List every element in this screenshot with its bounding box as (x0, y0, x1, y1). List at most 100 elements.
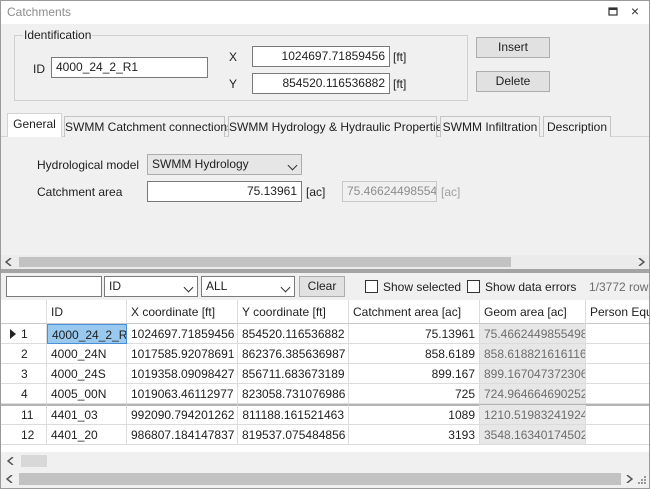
row-number: 11 (1, 405, 47, 425)
row-number: 3 (1, 364, 47, 384)
insert-button[interactable]: Insert (476, 37, 550, 58)
cell-geom-area[interactable]: 3548.16340174502 (480, 425, 586, 445)
chevron-down-icon (183, 282, 194, 293)
cell-person-equivalent[interactable] (586, 364, 649, 384)
cell-y[interactable]: 862376.385636987 (238, 344, 349, 364)
row-count: 1/3772 rows (589, 280, 650, 294)
show-data-errors-checkbox[interactable] (467, 280, 480, 293)
tab-general[interactable]: General (7, 113, 62, 138)
cell-person-equivalent[interactable] (586, 384, 649, 404)
show-selected-label: Show selected (383, 280, 462, 294)
scroll-right-icon[interactable] (625, 475, 633, 483)
hydrological-model-select[interactable]: SWMM Hydrology (147, 154, 302, 175)
hydrological-model-label: Hydrological model (37, 158, 140, 172)
scrollbar-thumb[interactable] (19, 257, 511, 267)
cell-geom-area[interactable]: 858.618821616116 (480, 344, 586, 364)
delete-button[interactable]: Delete (476, 71, 550, 92)
y-label: Y (229, 77, 238, 91)
cell-x[interactable]: 1017585.92078691 (127, 344, 238, 364)
cell-catchment-area[interactable]: 75.13961 (349, 324, 480, 344)
column-header-x[interactable]: X coordinate [ft] (127, 300, 238, 324)
cell-person-equivalent[interactable] (586, 324, 649, 344)
x-field[interactable]: 1024697.71859456 (252, 46, 390, 67)
cell-y[interactable]: 823058.731076986 (238, 384, 349, 404)
column-header-catchment-area[interactable]: Catchment area [ac] (349, 300, 480, 324)
cell-x[interactable]: 1019063.46112977 (127, 384, 238, 404)
y-field[interactable]: 854520.116536882 (252, 73, 390, 94)
row-number: 12 (1, 425, 47, 445)
tab-description[interactable]: Description (543, 116, 611, 137)
form-scrollbar[interactable] (1, 255, 649, 269)
window-scrollbar[interactable] (1, 470, 649, 488)
cell-x[interactable]: 992090.794201262 (127, 405, 238, 425)
cell-y[interactable]: 811188.161521463 (238, 405, 349, 425)
column-select-value: ID (109, 279, 121, 293)
cell-x[interactable]: 1019358.09098427 (127, 364, 238, 384)
catchment-area-label: Catchment area (37, 185, 123, 199)
row-number-label: 12 (21, 428, 35, 442)
x-unit: [ft] (393, 50, 407, 64)
cell-id[interactable]: 4000_24S (47, 364, 127, 384)
search-input[interactable] (6, 276, 102, 297)
cell-geom-area[interactable]: 1210.51983241924 (480, 405, 586, 425)
tab-swmm-catchment-connections[interactable]: SWMM Catchment connections (64, 116, 233, 137)
cell-id[interactable]: 4005_00N (47, 384, 127, 404)
geom-area-unit: [ac] (441, 185, 461, 199)
chevron-down-icon (280, 282, 291, 293)
catchment-area-unit: [ac] (306, 185, 326, 199)
clear-button[interactable]: Clear (299, 276, 345, 297)
column-header-y[interactable]: Y coordinate [ft] (238, 300, 349, 324)
cell-catchment-area[interactable]: 725 (349, 384, 480, 404)
scroll-left-icon[interactable] (7, 457, 15, 465)
scope-select[interactable]: ALL (201, 276, 295, 297)
cell-id[interactable]: 4401_20 (47, 425, 127, 445)
cell-geom-area[interactable]: 75.4662449855498 (480, 324, 586, 344)
cell-catchment-area[interactable]: 3193 (349, 425, 480, 445)
cell-person-equivalent[interactable] (586, 405, 649, 425)
cell-catchment-area[interactable]: 899.167 (349, 364, 480, 384)
cell-id[interactable]: 4000_24_2_R1 (47, 324, 127, 344)
cell-id[interactable]: 4000_24N (47, 344, 127, 364)
column-header-id[interactable]: ID (47, 300, 127, 324)
general-panel: Hydrological model SWMM Hydrology Catchm… (1, 137, 649, 255)
column-select[interactable]: ID (104, 276, 198, 297)
cell-geom-area[interactable]: 899.167047372306 (480, 364, 586, 384)
scrollbar-thumb[interactable] (21, 455, 47, 467)
cell-person-equivalent[interactable] (586, 425, 649, 445)
chevron-down-icon (287, 160, 298, 171)
column-header-person-equivalent[interactable]: Person Equi (586, 300, 649, 324)
cell-geom-area[interactable]: 724.964664690252 (480, 384, 586, 404)
tab-swmm-infiltration[interactable]: SWMM Infiltration (440, 116, 540, 137)
row-number-label: 11 (21, 408, 34, 422)
scroll-left-icon[interactable] (6, 475, 14, 483)
filter-bar: ID ALL Clear Show selected Show data err… (1, 273, 649, 300)
close-icon[interactable]: × (627, 3, 643, 19)
cell-person-equivalent[interactable] (586, 344, 649, 364)
hydrological-model-value: SWMM Hydrology (152, 157, 249, 171)
cell-x[interactable]: 1024697.71859456 (127, 324, 238, 344)
catchment-area-field[interactable]: 75.13961 (147, 181, 302, 202)
id-field[interactable]: 4000_24_2_R1 (51, 57, 208, 78)
scroll-right-icon[interactable] (637, 258, 645, 266)
scrollbar-thumb[interactable] (19, 473, 621, 485)
column-header-geom-area[interactable]: Geom area [ac] (480, 300, 586, 324)
table-scrollbar[interactable] (1, 452, 649, 470)
row-number: 1 (1, 324, 47, 344)
cell-y[interactable]: 819537.075484856 (238, 425, 349, 445)
cell-x[interactable]: 986807.184147837 (127, 425, 238, 445)
show-selected-checkbox[interactable] (365, 280, 378, 293)
restore-icon[interactable] (605, 4, 621, 20)
row-pointer-icon (10, 329, 16, 339)
cell-catchment-area[interactable]: 1089 (349, 405, 480, 425)
catchments-table: ID X coordinate [ft] Y coordinate [ft] C… (1, 300, 649, 452)
cell-y[interactable]: 856711.683673189 (238, 364, 349, 384)
id-label: ID (33, 62, 45, 76)
tab-swmm-hydrology-hydraulic[interactable]: SWMM Hydrology & Hydraulic Properties (228, 116, 448, 137)
cell-catchment-area[interactable]: 858.6189 (349, 344, 480, 364)
row-number-label: 1 (21, 327, 28, 341)
scroll-left-icon[interactable] (5, 258, 13, 266)
identification-legend: Identification (23, 28, 93, 42)
cell-y[interactable]: 854520.116536882 (238, 324, 349, 344)
resize-grip-icon[interactable] (637, 475, 647, 485)
cell-id[interactable]: 4401_03 (47, 405, 127, 425)
